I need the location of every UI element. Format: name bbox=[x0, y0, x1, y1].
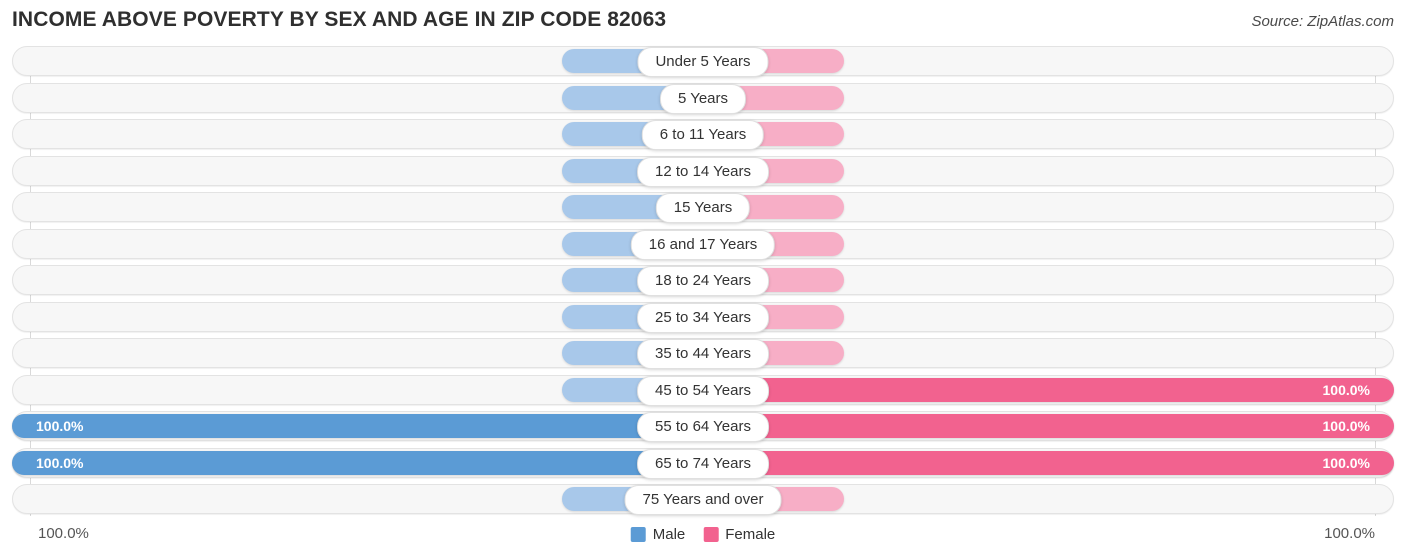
category-label: 55 to 64 Years bbox=[637, 412, 769, 442]
legend-item-female[interactable]: Female bbox=[703, 526, 775, 543]
chart-row: 0.0%0.0%25 to 34 Years bbox=[0, 301, 1406, 333]
axis-min-label: 100.0% bbox=[38, 525, 89, 542]
chart-row: 0.0%0.0%6 to 11 Years bbox=[0, 119, 1406, 150]
value-label-female: 100.0% bbox=[1322, 381, 1370, 398]
chart-row: 0.0%0.0%75 Years and over bbox=[0, 484, 1406, 515]
chart-footer: 100.0% Male Female 100.0% bbox=[0, 516, 1406, 558]
value-label-male: 100.0% bbox=[36, 418, 84, 434]
value-label-male: 100.0% bbox=[36, 454, 84, 471]
category-label: 25 to 34 Years bbox=[637, 302, 769, 333]
chart-row: 0.0%0.0%15 Years bbox=[0, 192, 1406, 223]
chart-rows: 0.0%0.0%Under 5 Years 0.0%0.0%5 Years 0.0%… bbox=[0, 46, 1406, 521]
bar-female[interactable] bbox=[703, 450, 1394, 475]
chart-row: 0.0%0.0%5 Years bbox=[0, 82, 1406, 114]
chart-row: 0.0%0.0%16 and 17 Years bbox=[0, 228, 1406, 260]
legend-item-male[interactable]: Male bbox=[630, 526, 686, 543]
bar-male[interactable] bbox=[12, 450, 703, 475]
category-label: 45 to 54 Years bbox=[637, 375, 769, 406]
bar-female[interactable] bbox=[703, 377, 1394, 402]
axis-max-label: 100.0% bbox=[1324, 525, 1375, 542]
category-label: 35 to 44 Years bbox=[637, 339, 769, 369]
chart-header: INCOME ABOVE POVERTY BY SEX AND AGE IN Z… bbox=[0, 0, 1406, 44]
chart-row: 0.0%0.0%35 to 44 Years bbox=[0, 338, 1406, 369]
chart-legend: Male Female bbox=[630, 526, 775, 543]
chart-row: 0.0%0.0%12 to 14 Years bbox=[0, 155, 1406, 187]
category-label: 6 to 11 Years bbox=[641, 120, 765, 150]
legend-swatch-icon bbox=[703, 527, 719, 542]
chart-row: 100.0% 100.0% 65 to 74 Years bbox=[0, 447, 1406, 479]
category-label: 15 Years bbox=[655, 193, 751, 223]
chart-row: 0.0%0.0%Under 5 Years bbox=[0, 46, 1406, 77]
category-label: 12 to 14 Years bbox=[637, 156, 769, 187]
bar-female[interactable] bbox=[703, 414, 1394, 438]
bar-male[interactable] bbox=[12, 414, 703, 438]
value-label-female: 100.0% bbox=[1322, 418, 1370, 434]
chart-plot-area: 0.0%0.0%Under 5 Years 0.0%0.0%5 Years 0.0%… bbox=[0, 46, 1406, 516]
category-label: 5 Years bbox=[659, 83, 747, 114]
source-attribution: Source: ZipAtlas.com bbox=[1251, 13, 1394, 30]
legend-label: Female bbox=[725, 526, 776, 543]
chart-row: 0.0%0.0%18 to 24 Years bbox=[0, 265, 1406, 296]
chart-row: 0.0%100.0%45 to 54 Years bbox=[0, 374, 1406, 406]
legend-label: Male bbox=[652, 526, 686, 543]
value-label-female: 100.0% bbox=[1322, 454, 1370, 471]
chart-row: 100.0% 100.0% 55 to 64 Years bbox=[0, 411, 1406, 442]
category-label: 75 Years and over bbox=[624, 485, 782, 515]
category-label: Under 5 Years bbox=[637, 47, 769, 77]
page-title: INCOME ABOVE POVERTY BY SEX AND AGE IN Z… bbox=[12, 8, 667, 31]
category-label: 16 and 17 Years bbox=[630, 229, 776, 260]
category-label: 65 to 74 Years bbox=[637, 448, 769, 479]
category-label: 18 to 24 Years bbox=[637, 266, 769, 296]
legend-swatch-icon bbox=[630, 527, 646, 542]
